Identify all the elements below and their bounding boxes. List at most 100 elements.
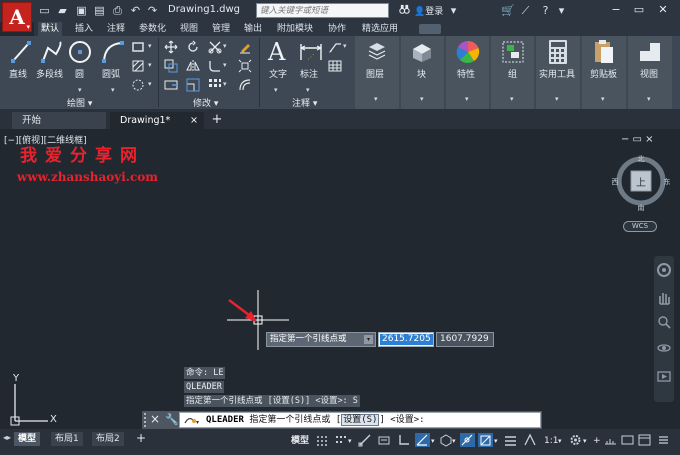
mirror-icon[interactable]	[186, 59, 200, 73]
arc-label[interactable]: 圆弧	[102, 67, 120, 80]
orbit-icon[interactable]	[656, 340, 672, 356]
circle-icon[interactable]	[68, 40, 92, 64]
login-dropdown-icon[interactable]: ▾	[447, 4, 460, 17]
command-input[interactable]: ▾ QLEADER 指定第一个引线点或 [设置(S)] <设置>:	[179, 412, 541, 428]
polar-tracking-icon[interactable]	[415, 433, 430, 447]
lineweight-icon[interactable]	[503, 433, 518, 447]
tab-manage[interactable]: 管理	[209, 22, 233, 36]
help-icon[interactable]: ?	[539, 4, 552, 17]
model-space-toggle[interactable]: 模型	[291, 434, 309, 448]
viewcube-east[interactable]: 东	[664, 177, 671, 186]
copy-icon[interactable]	[164, 59, 178, 73]
command-option-settings[interactable]: 设置(S)	[341, 414, 380, 426]
dynamic-input-options-icon[interactable]: ▾	[364, 335, 373, 344]
command-line-grip[interactable]	[144, 413, 148, 427]
circle-dropdown-icon[interactable]: ▾	[78, 86, 82, 94]
properties-panel-button[interactable]: 特性 ▾	[446, 36, 489, 109]
line-icon[interactable]	[10, 40, 32, 64]
command-line-close-icon[interactable]: ×	[150, 412, 160, 426]
dynamic-input-x-field[interactable]: 2615.7205	[378, 332, 434, 347]
offset-icon[interactable]	[238, 78, 252, 92]
snap-dropdown-icon[interactable]: ▾	[348, 434, 352, 448]
command-customize-wrench-icon[interactable]: 🔧	[165, 413, 179, 426]
undo-icon[interactable]: ↶	[129, 4, 142, 17]
tab-start[interactable]: 开始	[12, 112, 106, 129]
object-snap-tracking-icon[interactable]	[460, 433, 475, 447]
arc-dropdown-icon[interactable]: ▾	[111, 86, 115, 94]
utilities-panel-button[interactable]: 实用工具 ▾	[536, 36, 580, 109]
object-snap-icon[interactable]	[478, 433, 493, 447]
tab-addins[interactable]: 附加模块	[274, 22, 316, 36]
command-line-text[interactable]: QLEADER 指定第一个引线点或 [设置(S)] <设置>:	[206, 414, 425, 427]
stretch-icon[interactable]	[164, 78, 178, 92]
close-button[interactable]: ✕	[655, 2, 671, 18]
hatch-dropdown-icon[interactable]: ▾	[148, 61, 152, 69]
polar-dropdown-icon[interactable]: ▾	[431, 434, 435, 448]
polyline-label[interactable]: 多段线	[36, 67, 63, 80]
scale-icon[interactable]	[186, 78, 200, 92]
annotation-visibility-icon[interactable]	[523, 433, 538, 447]
dimension-label[interactable]: 标注	[300, 67, 318, 80]
groups-panel-button[interactable]: 组 ▾	[491, 36, 534, 109]
table-icon[interactable]	[328, 59, 342, 73]
fillet-icon[interactable]	[208, 59, 222, 73]
ribbon-toggle-button[interactable]	[419, 24, 441, 34]
help-dropdown-icon[interactable]: ▾	[555, 4, 568, 17]
viewcube-south[interactable]: 南	[638, 203, 645, 212]
text-dropdown-icon[interactable]: ▾	[274, 86, 278, 94]
osnap-dropdown-icon[interactable]: ▾	[494, 434, 498, 448]
clean-screen-icon[interactable]	[637, 433, 652, 447]
open-folder-icon[interactable]: ▰	[56, 4, 69, 17]
viewcube-top[interactable]: 上	[636, 177, 646, 189]
multileader-dropdown-icon[interactable]: ▾	[343, 42, 347, 50]
modify-panel-title[interactable]: 修改 ▾	[193, 96, 218, 109]
new-file-icon[interactable]: ▭	[38, 4, 51, 17]
array-icon[interactable]	[208, 78, 222, 92]
multileader-icon[interactable]	[328, 40, 342, 54]
search-input[interactable]	[257, 4, 377, 17]
plot-icon[interactable]: ⎙	[111, 4, 124, 17]
zoom-extents-icon[interactable]	[656, 314, 672, 330]
layers-panel-button[interactable]: 图层 ▾	[355, 36, 399, 109]
tab-output[interactable]: 输出	[241, 22, 265, 36]
tab-drawing1[interactable]: Drawing1* ×	[110, 112, 204, 129]
login-button[interactable]: 👤登录	[414, 4, 443, 17]
minimize-button[interactable]: −	[608, 2, 624, 18]
rectangle-icon[interactable]	[131, 40, 145, 54]
redo-icon[interactable]: ↷	[146, 4, 159, 17]
arc-icon[interactable]	[101, 40, 125, 64]
viewcube-north[interactable]: 北	[638, 155, 645, 163]
tab-layout1[interactable]: 布局1	[51, 432, 83, 446]
ortho-mode-icon[interactable]	[397, 433, 412, 447]
trim-icon[interactable]	[208, 40, 222, 54]
annotation-scale[interactable]: 1:1	[544, 434, 558, 448]
recent-commands-icon[interactable]: ▾	[183, 415, 201, 426]
tab-layout2[interactable]: 布局2	[92, 432, 124, 446]
draw-panel-title[interactable]: 绘图 ▾	[67, 96, 92, 109]
hatch-icon[interactable]	[131, 59, 145, 73]
tab-view[interactable]: 视图	[177, 22, 201, 36]
tab-parametric[interactable]: 参数化	[136, 22, 169, 36]
tab-featured-apps[interactable]: 精选应用	[359, 22, 401, 36]
viewcube[interactable]: 上 北 南 东 西	[610, 152, 672, 214]
new-tab-plus-icon[interactable]: +	[210, 113, 224, 127]
dynamic-input-y-field[interactable]: 1607.7929	[436, 332, 494, 347]
units-icon[interactable]	[603, 433, 618, 447]
pan-hand-icon[interactable]	[656, 290, 672, 306]
autodesk-a360-icon[interactable]: ⟋	[519, 4, 532, 17]
dynamic-input-icon[interactable]	[377, 433, 392, 447]
dimension-icon[interactable]: ⋰	[299, 40, 323, 64]
showmotion-icon[interactable]	[656, 368, 672, 384]
application-menu-button[interactable]: A ▾	[2, 2, 32, 32]
text-icon[interactable]: A	[268, 38, 285, 66]
add-layout-plus-icon[interactable]: +	[136, 431, 146, 445]
maximize-button[interactable]: ▭	[631, 2, 647, 18]
tab-collaborate[interactable]: 协作	[325, 22, 349, 36]
tab-close-icon[interactable]: ×	[190, 112, 198, 129]
boundary-icon[interactable]	[131, 78, 145, 92]
cart-icon[interactable]: 🛒	[501, 4, 515, 17]
annotation-monitor-plus-icon[interactable]: +	[593, 434, 601, 448]
block-panel-button[interactable]: 块 ▾	[401, 36, 444, 109]
tab-insert[interactable]: 插入	[72, 22, 96, 36]
dimension-dropdown-icon[interactable]: ▾	[306, 86, 310, 94]
